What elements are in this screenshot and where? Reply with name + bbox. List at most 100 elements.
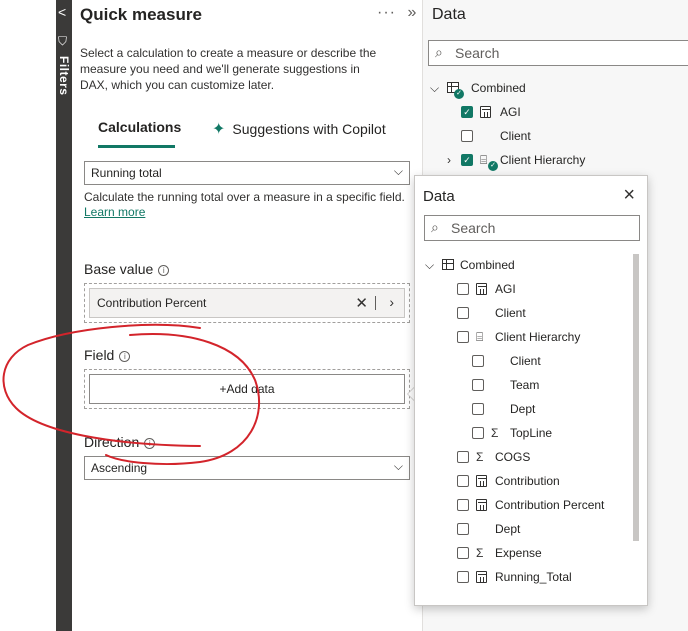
calculator-icon [480,106,491,118]
checkbox-checked-icon[interactable]: ✓ [461,106,473,118]
filters-pane-collapsed[interactable]: < ⛉ Filters [56,0,72,631]
tree-item-label: Client [500,129,531,143]
calculation-help-text: Calculate the running total over a measu… [84,190,405,204]
popup-item-contribution-percent[interactable]: Contribution Percent [457,497,627,513]
checkbox-icon[interactable] [457,283,469,295]
base-value-well: Contribution Percent ✕ › [84,283,410,323]
search-placeholder: Search [451,220,496,236]
quick-measure-description: Select a calculation to create a measure… [80,46,377,92]
add-data-button[interactable]: +Add data [89,374,405,404]
calculation-value: Running total [91,166,162,180]
calculation-help: Calculate the running total over a measu… [84,190,414,220]
tab-copilot-label: Suggestions with Copilot [232,121,386,137]
checkbox-icon[interactable] [457,331,469,343]
scrollbar-thumb[interactable] [633,254,639,541]
sigma-icon: Σ [476,450,484,464]
tree-item-label: Dept [510,402,536,416]
more-options-button[interactable]: ··· [377,4,396,21]
tree-item-client-hierarchy[interactable]: › ✓ ⌸ ✓ Client Hierarchy [447,152,617,171]
popup-item-client-level[interactable]: Client [472,353,592,369]
base-value-text: Base value [84,261,154,277]
popup-item-running-total[interactable]: Running_Total [457,569,597,585]
popup-item-client[interactable]: Client [457,305,577,321]
tree-item-combined[interactable]: ⌵ ✓ Combined [430,80,560,99]
data-picker-popup: Data × ⌕ Search ⌵ Combined AGI Client ⌸ … [414,175,648,606]
checkbox-icon[interactable] [457,307,469,319]
tree-item-label: AGI [500,105,521,119]
tree-item-label: COGS [495,450,531,464]
popup-title: Data [423,188,455,205]
info-icon[interactable]: i [144,437,156,449]
checkbox-icon[interactable] [472,379,484,391]
calculator-icon [476,499,487,511]
checkbox-icon[interactable] [461,130,473,142]
collapse-pane-button[interactable]: » [407,4,417,21]
pane-actions: ··· » [377,4,417,22]
hierarchy-icon: ⌸ [480,153,488,167]
popup-item-dept[interactable]: Dept [457,521,577,537]
popup-item-dept-level[interactable]: Dept [472,401,592,417]
data-pane-title: Data [432,6,466,23]
base-value-label: Base value i [84,261,170,277]
tree-item-label: Contribution Percent [495,498,605,512]
quick-measure-pane: Quick measure ··· » Select a calculation… [72,0,422,631]
tree-item-label: AGI [495,282,516,296]
info-icon[interactable]: i [119,350,131,362]
popup-item-client-hierarchy[interactable]: ⌸ Client Hierarchy [457,329,597,345]
checkbox-icon[interactable] [457,499,469,511]
copilot-sparkle-icon: ✦ [212,121,226,138]
popup-item-combined[interactable]: ⌵ Combined [425,257,535,273]
direction-label: Direction i [84,434,156,450]
expand-filters-icon[interactable]: < [58,4,66,20]
calculation-select[interactable]: Running total ⌵ [84,161,410,185]
checkbox-icon[interactable] [457,547,469,559]
sigma-icon: Σ [491,426,499,440]
popup-item-cogs[interactable]: Σ COGS [457,449,577,465]
tree-item-label: Combined [471,81,526,95]
data-pane-search-input[interactable]: ⌕ Search [428,40,688,66]
checkbox-icon[interactable] [457,523,469,535]
tree-item-label: Client [495,306,526,320]
checkbox-icon[interactable] [457,451,469,463]
close-icon[interactable]: × [623,184,635,207]
chevron-down-icon[interactable]: ⌵ [425,257,434,273]
checkbox-icon[interactable] [457,571,469,583]
calculator-icon [476,283,487,295]
learn-more-link[interactable]: Learn more [84,205,145,219]
direction-select[interactable]: Ascending ⌵ [84,456,410,480]
chevron-down-icon[interactable]: ⌵ [430,80,439,96]
base-value-field-name: Contribution Percent [97,296,207,310]
checkbox-icon[interactable] [472,403,484,415]
chevron-down-icon: ⌵ [393,164,403,178]
tree-item-label: Client Hierarchy [500,153,586,167]
checked-badge-icon: ✓ [454,89,464,99]
chevron-right-icon[interactable]: › [447,152,451,168]
tab-calculations[interactable]: Calculations [98,119,181,135]
direction-value: Ascending [91,461,148,475]
checkbox-icon[interactable] [472,427,484,439]
calculator-icon [476,571,487,583]
checkbox-checked-icon[interactable]: ✓ [461,154,473,166]
tree-item-label: Dept [495,522,521,536]
base-value-field[interactable]: Contribution Percent ✕ › [89,288,405,318]
popup-item-topline[interactable]: Σ TopLine [472,425,592,441]
popup-item-contribution[interactable]: Contribution [457,473,597,489]
tree-item-label: Combined [460,258,515,272]
tree-item-agi[interactable]: ✓ AGI [461,104,571,120]
checked-badge-icon: ✓ [488,161,498,171]
tree-item-label: Client [510,354,541,368]
field-label: Field i [84,347,131,363]
popup-search-input[interactable]: ⌕ Search [424,215,640,241]
chevron-right-icon[interactable]: › [389,294,394,310]
remove-field-icon[interactable]: ✕ [355,294,368,312]
popup-item-team[interactable]: Team [472,377,592,393]
info-icon[interactable]: i [158,264,170,276]
quick-measure-title: Quick measure [80,5,202,24]
field-well: +Add data [84,369,410,409]
popup-item-expense[interactable]: Σ Expense [457,545,577,561]
checkbox-icon[interactable] [457,475,469,487]
tree-item-client[interactable]: Client [461,128,571,144]
tab-suggestions-with-copilot[interactable]: ✦ Suggestions with Copilot [212,119,386,139]
checkbox-icon[interactable] [472,355,484,367]
popup-item-agi[interactable]: AGI [457,281,577,297]
